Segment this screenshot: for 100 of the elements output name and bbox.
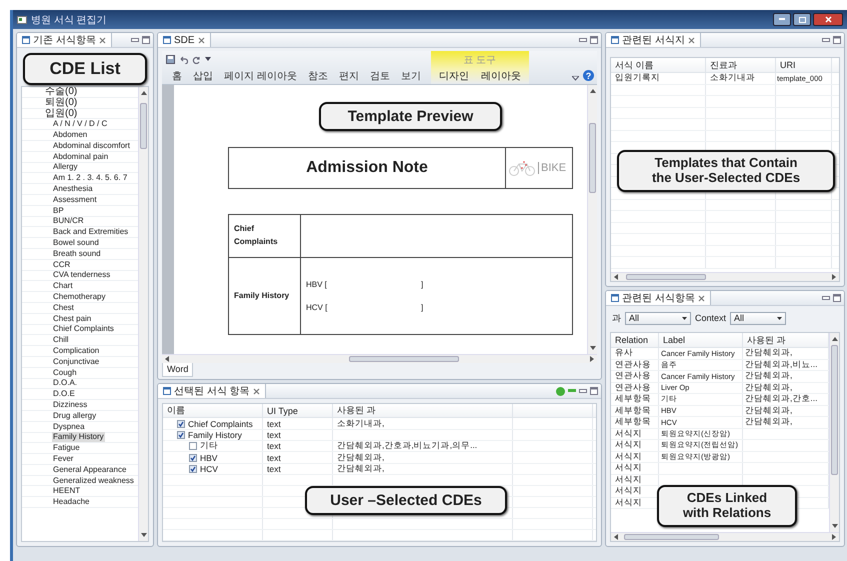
tree-item[interactable]: General Appearance — [52, 464, 128, 475]
tree-item[interactable]: Breath sound — [52, 248, 102, 259]
maximize-icon[interactable] — [590, 387, 598, 395]
tree-item[interactable]: Headache — [52, 497, 90, 508]
right-arrow-icon[interactable] — [590, 356, 594, 362]
tree-item[interactable]: Chief Complaints — [52, 324, 115, 334]
checkbox[interactable] — [189, 442, 197, 450]
tree-item[interactable]: Fatigue — [52, 443, 81, 454]
maximize-icon[interactable] — [833, 294, 841, 302]
column-header[interactable]: UI Type — [263, 404, 333, 418]
tree-item[interactable]: Chemotherapy — [52, 292, 106, 302]
scroll-thumb[interactable] — [626, 274, 706, 280]
panel-tab[interactable]: 관련된 서식지 — [606, 33, 701, 47]
ribbon-tab[interactable]: 참조 — [308, 69, 328, 84]
horizontal-scrollbar[interactable] — [162, 354, 597, 363]
column-header[interactable]: 서식 이름 — [611, 58, 706, 72]
left-arrow-icon[interactable] — [165, 356, 169, 362]
undo-icon[interactable] — [179, 56, 188, 64]
scroll-thumb[interactable] — [831, 345, 838, 475]
tree-item[interactable]: Chart — [52, 281, 74, 292]
caret-icon[interactable] — [572, 76, 579, 81]
close-icon[interactable] — [698, 294, 705, 302]
up-arrow-icon[interactable] — [832, 337, 838, 341]
panel-tab[interactable]: SDE — [158, 33, 211, 47]
tree-item[interactable]: Chill — [52, 335, 70, 346]
maximize-icon[interactable] — [833, 36, 841, 44]
right-arrow-icon[interactable] — [832, 534, 836, 540]
ribbon-tab[interactable]: 레이아웃 — [480, 69, 521, 84]
tree-item[interactable]: BP — [52, 206, 65, 216]
column-header[interactable]: 사용된 과 — [333, 404, 513, 418]
scroll-thumb[interactable] — [589, 123, 596, 193]
save-icon[interactable] — [166, 55, 175, 64]
scroll-thumb[interactable] — [349, 356, 459, 362]
left-arrow-icon[interactable] — [614, 534, 618, 540]
scroll-thumb[interactable] — [140, 103, 147, 149]
checkbox[interactable] — [189, 465, 197, 474]
tree-item[interactable]: 입원(0) — [44, 108, 78, 118]
close-icon[interactable] — [198, 36, 205, 44]
minimize-icon[interactable] — [579, 37, 587, 43]
minimize-icon[interactable] — [131, 37, 139, 43]
tree-item[interactable]: Assessment — [52, 194, 98, 205]
tree-item[interactable]: Cough — [52, 368, 78, 378]
minimize-icon[interactable] — [579, 388, 587, 394]
tree-item[interactable]: CVA tenderness — [52, 270, 112, 280]
tree-item[interactable]: Complication — [52, 346, 100, 356]
tree-item[interactable]: Abdominal pain — [52, 152, 110, 162]
minimize-icon[interactable] — [822, 295, 830, 301]
panel-tab[interactable]: 선택된 서식 항목 — [158, 384, 266, 398]
down-arrow-icon[interactable] — [140, 533, 146, 537]
ribbon-tab[interactable]: 삽입 — [193, 69, 213, 84]
tree-item[interactable]: Conjunctivae — [52, 356, 100, 367]
tree-item[interactable]: Back and Extremities — [52, 227, 130, 238]
close-button[interactable] — [813, 13, 843, 26]
ribbon-tab[interactable]: 보기 — [400, 69, 421, 84]
tree-item[interactable]: Anesthesia — [52, 184, 94, 194]
tree-item[interactable]: A / N / V / D / C — [52, 119, 108, 130]
checkbox[interactable] — [189, 454, 197, 462]
down-arrow-icon[interactable] — [832, 524, 838, 528]
tree-item[interactable]: Chest pain — [52, 314, 92, 324]
vertical-scrollbar[interactable] — [829, 333, 839, 532]
close-icon[interactable] — [688, 36, 695, 44]
left-arrow-icon[interactable] — [614, 274, 618, 280]
tree-item[interactable]: Family History — [52, 432, 105, 442]
tree-item[interactable]: Abdomen — [52, 130, 88, 140]
minimize-button[interactable] — [773, 13, 791, 26]
up-arrow-icon[interactable] — [140, 91, 146, 95]
tree-item[interactable]: Allergy — [52, 162, 78, 172]
ribbon-tab[interactable]: 페이지 레이아웃 — [224, 69, 297, 84]
tree-item[interactable]: BUN/CR — [52, 216, 85, 226]
editor-tab[interactable]: Word — [162, 363, 194, 377]
vertical-scrollbar[interactable] — [587, 85, 597, 354]
help-button[interactable]: ? — [583, 70, 594, 81]
right-arrow-icon[interactable] — [832, 274, 836, 280]
tree-item[interactable]: Bowel sound — [52, 238, 100, 248]
checkbox[interactable] — [177, 420, 185, 428]
tree-item[interactable]: Fever — [52, 454, 74, 464]
down-arrow-icon[interactable] — [590, 346, 596, 350]
up-arrow-icon[interactable] — [590, 89, 596, 93]
close-icon[interactable] — [98, 36, 106, 44]
close-icon[interactable] — [252, 388, 260, 394]
panel-tab[interactable]: 기존 서식항목 — [17, 33, 112, 47]
ribbon-tab[interactable]: 검토 — [370, 69, 390, 84]
column-header[interactable]: 이름 — [163, 404, 263, 418]
tree-item[interactable]: CCR — [52, 260, 72, 270]
minimize-icon[interactable] — [822, 37, 830, 43]
caret-icon[interactable] — [205, 57, 211, 62]
tree-item[interactable]: Abdominal discomfort — [52, 140, 131, 151]
column-header[interactable]: Relation — [611, 333, 659, 347]
ribbon-tab[interactable]: 홈 — [172, 69, 182, 84]
tree-item[interactable]: D.O.E — [52, 389, 76, 400]
maximize-icon[interactable] — [142, 36, 150, 44]
maximize-icon[interactable] — [590, 36, 598, 44]
horizontal-scrollbar[interactable] — [611, 272, 839, 281]
tree-item[interactable]: 퇴원(0) — [44, 98, 78, 108]
column-header[interactable]: URI — [776, 58, 832, 72]
vertical-scrollbar[interactable] — [138, 87, 148, 541]
dropdown[interactable]: All — [625, 312, 691, 324]
tree-item[interactable]: D.O.A. — [52, 378, 78, 388]
dropdown[interactable]: All — [730, 312, 786, 324]
circle-icon[interactable] — [556, 386, 565, 396]
